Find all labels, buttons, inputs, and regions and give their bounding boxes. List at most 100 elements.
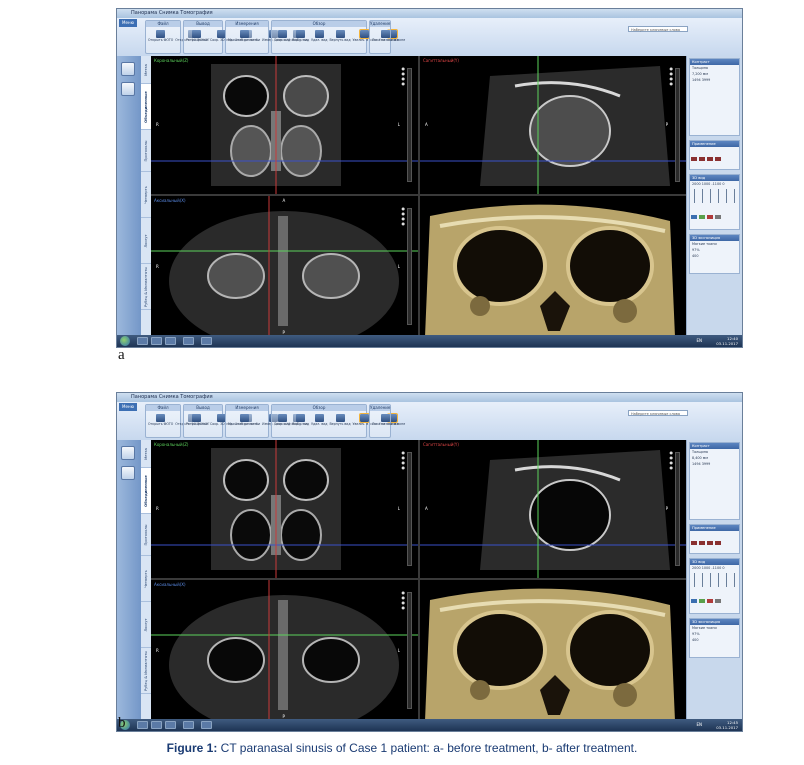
orientation-left: R [156, 122, 159, 127]
taskbar-app-icon[interactable] [165, 337, 176, 345]
slice-scrollbar[interactable] [407, 208, 412, 325]
ribbon-group-label: Удаление [370, 21, 391, 27]
viewport-top-left[interactable]: Корональный(Z) R L ● ● ● ● [151, 440, 418, 578]
ribbon-group: Удаление Лиса на снимке [369, 404, 398, 438]
slice-scrollbar[interactable] [675, 68, 680, 182]
ribbon-tool-button[interactable]: Выбр. вид [292, 414, 309, 436]
ribbon-tool-button[interactable]: Удал. вид [311, 414, 327, 436]
left-toolbar [117, 56, 141, 335]
viewport-bottom-right[interactable] [420, 580, 686, 721]
vertical-tab[interactable]: Рубец & Имплантаты [141, 648, 151, 694]
tool-icon [314, 414, 324, 422]
viewport-top-right[interactable]: Сагиттальный(Y) A P ● ● ● ● [420, 56, 686, 194]
ribbon-tool-button[interactable]: Удал. вид [311, 30, 327, 52]
tool-icon [239, 30, 249, 38]
ribbon-tool-button[interactable]: Ретро-фильм [186, 414, 208, 436]
orientation-left: A [425, 122, 428, 127]
vertical-tab[interactable]: Четверть [141, 556, 151, 602]
taskbar-app-icon[interactable] [201, 721, 212, 729]
ribbon-tool-button[interactable]: Вернуть вид [329, 30, 351, 52]
language-indicator[interactable]: EN [696, 722, 702, 727]
viewport-bottom-left[interactable]: Аксиальный(X) R L A P ● ● ● ● [151, 196, 418, 337]
ribbon-tool-button[interactable]: Сохр. вид [274, 414, 290, 436]
ribbon-tool-button[interactable]: Открыть ФОТО [148, 414, 173, 436]
patient-icon[interactable] [121, 62, 135, 76]
render-sliders[interactable] [694, 189, 735, 203]
side-panel-line: 400 [692, 638, 699, 642]
ribbon-tool-button[interactable]: Лиса на снимке [372, 30, 398, 52]
vertical-tab[interactable]: Протоколы [141, 130, 151, 172]
tool-label: Выбр. вид [292, 422, 310, 426]
viewport-top-left[interactable]: Корональный(Z) R L ● ● ● ● [151, 56, 418, 194]
start-button[interactable] [120, 336, 130, 346]
figure-caption: Figure 1: CT paranasal sinusis of Case 1… [0, 741, 804, 755]
ribbon-tool-button[interactable]: Открыть ФОТО [148, 30, 173, 52]
slice-scrollbar[interactable] [675, 452, 680, 566]
save-icon[interactable] [121, 466, 135, 480]
orientation-left: A [425, 506, 428, 511]
ribbon-tool-button[interactable]: Масштаб разметки [228, 414, 260, 436]
orientation-right: L [397, 122, 400, 127]
viewport-top-right[interactable]: Сагиттальный(Y) A P ● ● ● ● [420, 440, 686, 578]
language-indicator[interactable]: EN [696, 338, 702, 343]
search-input[interactable]: Наберите ключевые слова [628, 410, 688, 416]
render-tools[interactable] [690, 589, 739, 608]
tool-label: Удал. вид [311, 38, 328, 42]
slice-scrollbar[interactable] [407, 452, 412, 566]
coronal-ct-image [151, 440, 418, 578]
tool-icon [380, 30, 390, 38]
taskbar-app-icon[interactable] [137, 337, 148, 345]
ribbon-tool-button[interactable]: Выбр. вид [292, 30, 309, 52]
ribbon-group-label: Обзор [272, 405, 366, 411]
slice-scrollbar[interactable] [407, 592, 412, 709]
menu-button[interactable]: Меню [119, 19, 137, 27]
slice-controls: ● ● ● ● [401, 206, 406, 226]
vertical-tab[interactable]: Четверть [141, 172, 151, 218]
panel-letter-b: b [118, 715, 126, 731]
ribbon-tool-button[interactable]: Сохр. вид [274, 30, 290, 52]
vertical-tab[interactable]: Протоколы [141, 514, 151, 556]
render-sliders[interactable] [694, 573, 735, 587]
viewport-divider [418, 440, 420, 719]
vertical-tab[interactable]: Объединенные [141, 468, 151, 514]
tool-icon [296, 414, 306, 422]
tool-label: Открыть ФОТО [148, 422, 174, 426]
window-titlebar: Панорама Снимка Томография [117, 393, 742, 409]
taskbar-app-icon[interactable] [151, 721, 162, 729]
taskbar-app-icon[interactable] [183, 337, 194, 345]
vertical-tab[interactable]: Лоскут [141, 602, 151, 648]
screenshot-after-treatment: Панорама Снимка Томография Меню Файл Открыт… [116, 392, 743, 732]
menu-button[interactable]: Меню [119, 403, 137, 411]
ribbon-tool-button[interactable]: Масштаб разметки [228, 30, 260, 52]
taskbar-app-icon[interactable] [137, 721, 148, 729]
ribbon-tool-button[interactable]: Лиса на снимке [372, 414, 398, 436]
viewport-bottom-left[interactable]: Аксиальный(X) R L P ● ● ● ● [151, 580, 418, 721]
side-panel: 3D экспозиция Мягкие ткани 97% 400 [689, 618, 740, 658]
tool-icon [192, 414, 202, 422]
vertical-tab-label: Объединенные [144, 474, 148, 507]
slice-controls: ● ● ● ● [669, 450, 674, 470]
vertical-tab[interactable]: Метка [141, 56, 151, 84]
tool-label: Вернуть вид [329, 38, 351, 42]
taskbar-app-icon[interactable] [183, 721, 194, 729]
ribbon-tool-button[interactable]: Вернуть вид [329, 414, 351, 436]
render-tools[interactable] [690, 205, 739, 224]
vertical-tab[interactable]: Лоскут [141, 218, 151, 264]
taskbar-app-icon[interactable] [151, 337, 162, 345]
viewport-bottom-right[interactable] [420, 196, 686, 337]
taskbar-app-icon[interactable] [165, 721, 176, 729]
vertical-tab[interactable]: Метка [141, 440, 151, 468]
patient-icon[interactable] [121, 446, 135, 460]
orientation-left: R [156, 506, 159, 511]
tool-label: Масштаб разметки [228, 38, 261, 42]
slice-scrollbar[interactable] [407, 68, 412, 182]
vertical-tab[interactable]: Объединенные [141, 84, 151, 130]
save-icon[interactable] [121, 82, 135, 96]
vertical-tab-label: Объединенные [144, 90, 148, 123]
vertical-tab[interactable]: Рубец & Имплантаты [141, 264, 151, 310]
search-input[interactable]: Наберите ключевые слова [628, 26, 688, 32]
ribbon-group: Измерения Масштаб разметки Измер. длины Изм… [225, 20, 308, 54]
side-panel: 3D вид 2000 1000 -1100 0 [689, 558, 740, 614]
ribbon-tool-button[interactable]: Ретро-фильм [186, 30, 208, 52]
taskbar-app-icon[interactable] [201, 337, 212, 345]
